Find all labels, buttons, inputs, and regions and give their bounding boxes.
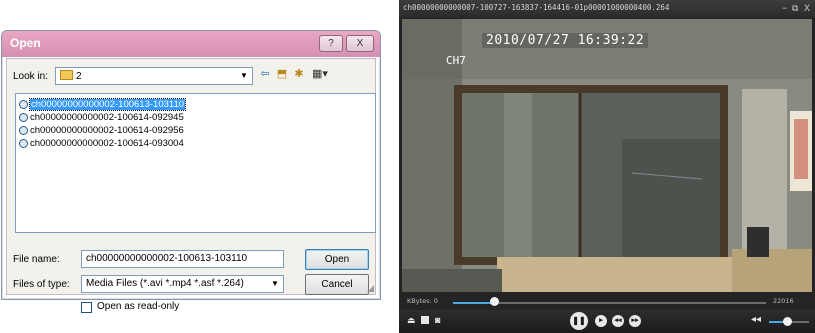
readonly-checkbox[interactable]: [81, 302, 92, 313]
up-folder-icon[interactable]: ⬒: [275, 67, 289, 81]
view-menu-icon[interactable]: ▦▾: [310, 67, 330, 81]
open-dialog: Open ? X Look in: 2 ▼ ⇦ ⬒ ✱ ▦▾ ch0000000…: [1, 30, 381, 313]
file-name-value: ch00000000000002-100613-103110: [86, 253, 248, 264]
close-button[interactable]: X: [346, 35, 374, 52]
file-list[interactable]: ch00000000000002-100613-103110 ch0000000…: [15, 93, 376, 233]
look-in-value-wrap: 2: [60, 70, 82, 82]
osd-datetime: 2010/07/27 16:39:22: [482, 33, 649, 48]
player-close-button[interactable]: X: [804, 3, 810, 13]
video-frame[interactable]: 2010/07/27 16:39:22 CH7: [402, 19, 812, 292]
media-file-icon: [19, 138, 28, 148]
player-title-bar[interactable]: ch00000000000007-100727-163837-164416-01…: [399, 0, 815, 18]
list-item[interactable]: ch00000000000002-100613-103110: [19, 97, 187, 111]
step-forward-icon[interactable]: ▸: [595, 315, 607, 327]
file-name: ch00000000000002-100614-092945: [30, 111, 184, 123]
chevron-down-icon[interactable]: ▼: [268, 277, 282, 291]
player-title: ch00000000000007-100727-163837-164416-01…: [403, 3, 670, 12]
seek-row: KBytes: 0 22016: [399, 294, 815, 310]
fast-forward-icon[interactable]: ▸▸: [629, 315, 641, 327]
file-type-dropdown[interactable]: Media Files (*.avi *.mp4 *.asf *.264) ▼: [81, 275, 284, 293]
back-arrow-icon[interactable]: ⇦: [258, 67, 272, 81]
file-name-label: File name:: [13, 254, 60, 265]
file-type-label: Files of type:: [13, 279, 70, 290]
rewind-icon[interactable]: ◂◂: [612, 315, 624, 327]
chevron-down-icon[interactable]: ▼: [237, 69, 251, 83]
list-item[interactable]: ch00000000000002-100614-092956: [19, 124, 184, 136]
seek-label: KBytes: 0: [407, 297, 438, 305]
minimize-button[interactable]: −: [782, 3, 787, 13]
file-type-value: Media Files (*.avi *.mp4 *.asf *.264): [86, 278, 244, 289]
volume-icon[interactable]: ◂◂: [751, 314, 761, 325]
media-file-icon: [19, 112, 28, 122]
list-item[interactable]: ch00000000000002-100614-092945: [19, 111, 184, 123]
look-in-dropdown[interactable]: 2 ▼: [55, 67, 253, 85]
osd-channel: CH7: [446, 54, 466, 67]
restore-button[interactable]: ⧉: [792, 3, 798, 14]
media-file-icon: [19, 125, 28, 135]
dialog-title-bar[interactable]: Open ? X: [2, 31, 380, 57]
file-name-input[interactable]: ch00000000000002-100613-103110: [81, 250, 284, 268]
look-in-value: 2: [76, 71, 82, 82]
cancel-button[interactable]: Cancel: [305, 274, 369, 295]
seek-handle[interactable]: [489, 297, 499, 306]
media-file-icon: [19, 99, 28, 109]
seek-track[interactable]: [453, 302, 766, 304]
eject-icon[interactable]: ⏏: [407, 315, 416, 326]
readonly-label: Open as read-only: [97, 301, 180, 312]
dialog-title: Open: [10, 36, 41, 50]
file-name: ch00000000000002-100614-092956: [30, 124, 184, 136]
pause-icon[interactable]: ❚❚: [570, 312, 588, 330]
file-name: ch00000000000002-100613-103110: [28, 97, 187, 111]
look-in-label: Look in:: [13, 71, 49, 82]
stop-icon[interactable]: [421, 316, 429, 324]
snapshot-icon[interactable]: ◙: [435, 315, 440, 325]
volume-handle[interactable]: [783, 317, 792, 326]
list-item[interactable]: ch00000000000002-100614-093004: [19, 137, 184, 149]
seek-end-label: 22016: [773, 297, 794, 305]
folder-icon: [60, 70, 73, 80]
file-name: ch00000000000002-100614-093004: [30, 137, 184, 149]
seek-progress: [453, 302, 494, 304]
open-button[interactable]: Open: [305, 249, 369, 270]
new-folder-icon[interactable]: ✱: [292, 67, 306, 81]
control-bar: ⏏ ◙ ❚❚ ▸ ◂◂ ▸▸ ◂◂: [399, 310, 815, 333]
video-player: ch00000000000007-100727-163837-164416-01…: [399, 0, 815, 333]
help-button[interactable]: ?: [319, 35, 343, 52]
resize-grip-icon[interactable]: ◢: [367, 283, 374, 294]
dialog-body: Look in: 2 ▼ ⇦ ⬒ ✱ ▦▾ ch00000000000002-1…: [6, 58, 376, 313]
